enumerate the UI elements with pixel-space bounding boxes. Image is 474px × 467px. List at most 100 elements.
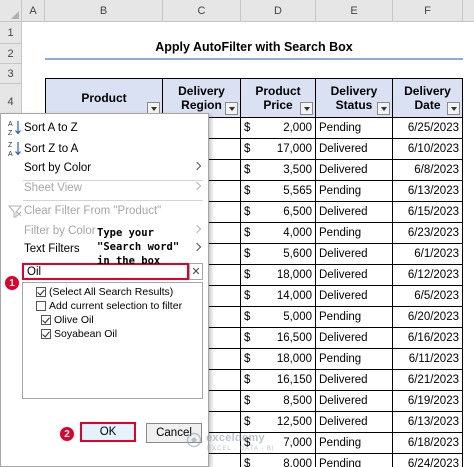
cell-delivery-status[interactable]: Pending xyxy=(316,223,393,244)
cell-delivery-status[interactable]: Pending xyxy=(316,433,393,454)
menu-filter-by-color-label: Filter by Color xyxy=(24,224,96,237)
sheet-title: Apply AutoFilter with Search Box xyxy=(155,40,353,54)
cell-delivery-date[interactable]: 6/21/2023 xyxy=(393,370,463,391)
column-header-b[interactable]: B xyxy=(45,0,163,22)
cell-delivery-status[interactable]: Delivered xyxy=(316,370,393,391)
price-value: 4,000 xyxy=(283,227,312,239)
cell-product-price[interactable]: $2,000 xyxy=(241,118,316,139)
cell-delivery-status[interactable]: Delivered xyxy=(316,139,393,160)
cell-delivery-date[interactable]: 6/10/2023 xyxy=(393,139,463,160)
currency-symbol: $ xyxy=(244,164,251,176)
column-header-c[interactable]: C xyxy=(163,0,241,22)
cell-delivery-date[interactable]: 6/19/2023 xyxy=(393,391,463,412)
select-all-corner[interactable] xyxy=(0,0,22,22)
cell-product-price[interactable]: $5,565 xyxy=(241,181,316,202)
cell-delivery-status[interactable]: Delivered xyxy=(316,160,393,181)
exceldemy-logo-icon xyxy=(186,432,202,448)
cell-delivery-status[interactable]: Pending xyxy=(316,118,393,139)
cell-product-price[interactable]: $8,500 xyxy=(241,391,316,412)
cell-delivery-status[interactable]: Pending xyxy=(316,349,393,370)
sort-ascending-icon: AZ xyxy=(8,119,22,137)
menu-sort-by-color[interactable]: Sort by Color xyxy=(1,157,208,178)
currency-symbol: $ xyxy=(244,374,251,386)
row-header[interactable]: 2 xyxy=(0,44,22,64)
column-header-e[interactable]: E xyxy=(316,0,393,22)
clear-filter-icon xyxy=(7,202,23,219)
cell-delivery-date[interactable]: 6/8/2023 xyxy=(393,160,463,181)
list-item-add-selection[interactable]: Add current selection to filter xyxy=(36,298,182,313)
cell-product-price[interactable]: $18,000 xyxy=(241,349,316,370)
checkbox[interactable] xyxy=(36,300,46,311)
column-header-f[interactable]: F xyxy=(393,0,463,22)
price-value: 8,000 xyxy=(283,458,312,467)
cell-product-price[interactable]: $17,000 xyxy=(241,139,316,160)
cell-delivery-status[interactable]: Pending xyxy=(316,307,393,328)
list-item-select-all[interactable]: (Select All Search Results) xyxy=(36,284,173,299)
cell-delivery-status[interactable]: Pending xyxy=(316,454,393,467)
checkbox[interactable] xyxy=(36,286,46,297)
cell-delivery-date[interactable]: 6/5/2023 xyxy=(393,286,463,307)
cell-delivery-date[interactable]: 6/25/2023 xyxy=(393,118,463,139)
cell-product-price[interactable]: $18,000 xyxy=(241,265,316,286)
region-filter-dropdown-button[interactable] xyxy=(225,102,238,115)
svg-text:A: A xyxy=(8,121,13,128)
cell-delivery-status[interactable]: Delivered xyxy=(316,412,393,433)
checkbox[interactable] xyxy=(41,314,51,325)
cell-delivery-status[interactable]: Delivered xyxy=(316,244,393,265)
cell-delivery-date[interactable]: 6/24/2023 xyxy=(393,454,463,467)
cell-delivery-date[interactable]: 6/13/2023 xyxy=(393,412,463,433)
cell-delivery-date[interactable]: 6/15/2023 xyxy=(393,202,463,223)
cell-delivery-date[interactable]: 6/1/2023 xyxy=(393,244,463,265)
cell-product-price[interactable]: $8,000 xyxy=(241,454,316,467)
cell-delivery-status[interactable]: Pending xyxy=(316,181,393,202)
cell-delivery-date[interactable]: 6/13/2023 xyxy=(393,181,463,202)
status-filter-dropdown-button[interactable] xyxy=(377,102,390,115)
date-filter-dropdown-button[interactable] xyxy=(447,102,460,115)
menu-sheet-view-label: Sheet View xyxy=(24,181,82,194)
menu-sheet-view: Sheet View xyxy=(1,177,208,198)
price-filter-dropdown-button[interactable] xyxy=(300,102,313,115)
menu-sort-by-color-label: Sort by Color xyxy=(24,161,92,174)
watermark-text: exceldemy xyxy=(206,432,265,444)
row-header[interactable]: 3 xyxy=(0,64,22,84)
cell-delivery-date[interactable]: 6/11/2023 xyxy=(393,349,463,370)
cell-delivery-date[interactable]: 6/16/2023 xyxy=(393,328,463,349)
cell-product-price[interactable]: $6,500 xyxy=(241,202,316,223)
cell-delivery-date[interactable]: 6/18/2023 xyxy=(393,433,463,454)
cell-delivery-status[interactable]: Delivered xyxy=(316,265,393,286)
list-item-olive-oil[interactable]: Olive Oil xyxy=(41,312,94,327)
cell-delivery-date[interactable]: 6/12/2023 xyxy=(393,265,463,286)
cell-delivery-status[interactable]: Delivered xyxy=(316,328,393,349)
row-header[interactable]: 1 xyxy=(0,22,22,44)
menu-sort-a-to-z[interactable]: AZ Sort A to Z xyxy=(1,117,208,138)
cell-product-price[interactable]: $5,000 xyxy=(241,307,316,328)
cell-delivery-date[interactable]: 6/23/2023 xyxy=(393,223,463,244)
cell-product-price[interactable]: $3,500 xyxy=(241,160,316,181)
cell-delivery-status[interactable]: Delivered xyxy=(316,286,393,307)
checkbox[interactable] xyxy=(41,328,51,339)
ok-button[interactable]: OK xyxy=(80,422,136,442)
cell-product-price[interactable]: $4,000 xyxy=(241,223,316,244)
cell-product-price[interactable]: $5,600 xyxy=(241,244,316,265)
list-item-soyabean-oil[interactable]: Soyabean Oil xyxy=(41,326,117,341)
cell-product-price[interactable]: $16,500 xyxy=(241,328,316,349)
header-product-label: Product xyxy=(81,91,127,105)
cell-delivery-date[interactable]: 6/20/2023 xyxy=(393,307,463,328)
submenu-arrow-icon xyxy=(192,181,202,191)
price-value: 18,000 xyxy=(276,269,312,281)
cell-product-price[interactable]: $16,150 xyxy=(241,370,316,391)
currency-symbol: $ xyxy=(244,143,251,155)
column-header-d[interactable]: D xyxy=(241,0,316,22)
menu-sort-z-to-a[interactable]: ZA Sort Z to A xyxy=(1,138,208,159)
column-header-g[interactable] xyxy=(463,0,474,22)
header-delivery-status-label: Delivery Status xyxy=(330,84,378,112)
submenu-arrow-icon xyxy=(192,161,202,171)
cell-product-price[interactable]: $14,000 xyxy=(241,286,316,307)
column-header-a[interactable]: A xyxy=(22,0,45,22)
currency-symbol: $ xyxy=(244,269,251,281)
cell-product-price[interactable]: $12,500 xyxy=(241,412,316,433)
cell-delivery-status[interactable]: Delivered xyxy=(316,391,393,412)
cell-delivery-status[interactable]: Delivered xyxy=(316,202,393,223)
annotation-instruction: Type your "Search word" in the box xyxy=(97,227,180,267)
menu-text-filters-label: Text Filters xyxy=(24,242,80,255)
